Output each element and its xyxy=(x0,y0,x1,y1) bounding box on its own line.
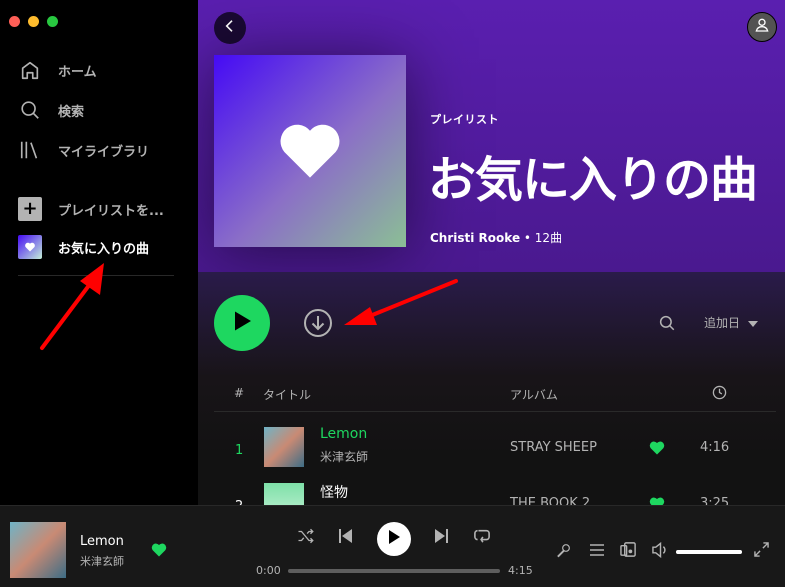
liked-songs-link[interactable]: お気に入りの曲 xyxy=(18,228,164,266)
search-icon xyxy=(18,98,42,122)
shuffle-icon[interactable] xyxy=(297,528,315,544)
sidebar: ホーム 検索 マイライブラリ + プレイリストを... お気に入りの曲 xyxy=(0,0,198,505)
track-album[interactable]: STRAY SHEEP xyxy=(510,440,597,455)
track-title: 怪物 xyxy=(320,485,348,501)
volume-fill xyxy=(676,550,742,554)
user-icon xyxy=(754,17,770,37)
playlist-search-button[interactable] xyxy=(658,314,676,332)
progress-bar[interactable] xyxy=(288,569,500,573)
heart-icon[interactable] xyxy=(151,542,167,561)
microphone-icon[interactable] xyxy=(556,542,572,558)
playlist-type: プレイリスト xyxy=(430,113,499,126)
clock-icon xyxy=(712,385,727,403)
nav-label: ホーム xyxy=(58,64,97,80)
sidebar-actions: + プレイリストを... お気に入りの曲 xyxy=(18,190,164,266)
next-icon[interactable] xyxy=(433,528,449,544)
playlist-cover xyxy=(214,55,406,247)
zoom-window-button[interactable] xyxy=(47,16,58,27)
minimize-window-button[interactable] xyxy=(28,16,39,27)
play-icon xyxy=(387,529,401,549)
caret-down-icon xyxy=(748,316,759,330)
play-button[interactable] xyxy=(377,522,411,556)
track-duration: 3:25 xyxy=(700,496,730,505)
chevron-left-icon xyxy=(222,18,238,38)
play-icon xyxy=(232,310,252,336)
now-playing-cover[interactable] xyxy=(10,522,66,578)
liked-songs-label: お気に入りの曲 xyxy=(58,241,150,257)
library-icon xyxy=(18,138,42,162)
back-button[interactable] xyxy=(214,12,246,44)
now-playing-title[interactable]: Lemon xyxy=(80,534,124,549)
fullscreen-icon[interactable] xyxy=(754,542,769,557)
close-window-button[interactable] xyxy=(9,16,20,27)
window-controls xyxy=(9,16,58,27)
playlist-owner[interactable]: Christi Rooke xyxy=(430,231,520,245)
play-playlist-button[interactable] xyxy=(214,295,270,351)
nav-item-home[interactable]: ホーム xyxy=(18,50,149,90)
sort-dropdown[interactable]: 追加日 xyxy=(704,314,759,331)
column-album[interactable]: アルバム xyxy=(510,386,558,403)
main-view: プレイリスト お気に入りの曲 Christi Rooke • 12曲 追加日 #… xyxy=(198,0,785,505)
heart-icon xyxy=(18,235,42,259)
track-number: 1 xyxy=(235,443,244,458)
now-playing-bar: Lemon 米津玄師 0:00 4:15 xyxy=(0,505,785,587)
heart-icon[interactable] xyxy=(649,440,665,459)
nav-label: 検索 xyxy=(58,104,85,120)
sidebar-divider xyxy=(18,275,174,276)
search-icon xyxy=(658,315,676,336)
plus-icon: + xyxy=(18,197,42,221)
column-num: # xyxy=(234,386,245,400)
column-title[interactable]: タイトル xyxy=(263,386,311,403)
queue-icon[interactable] xyxy=(589,542,605,558)
download-button[interactable] xyxy=(302,307,334,339)
previous-icon[interactable] xyxy=(338,528,354,544)
volume-slider[interactable] xyxy=(676,550,742,554)
page-title: お気に入りの曲 xyxy=(428,152,758,208)
home-icon xyxy=(18,58,42,82)
track-duration: 4:16 xyxy=(700,440,730,455)
track-artist[interactable]: 米津玄師 xyxy=(320,448,368,465)
heart-icon xyxy=(277,119,343,183)
time-total: 4:15 xyxy=(508,564,533,577)
devices-icon[interactable] xyxy=(620,541,637,558)
create-playlist-button[interactable]: + プレイリストを... xyxy=(18,190,164,228)
table-row[interactable]: 1 Lemon 米津玄師 STRAY SHEEP 4:16 xyxy=(214,423,776,479)
track-table-header: # タイトル アルバム xyxy=(214,384,776,412)
nav-item-search[interactable]: 検索 xyxy=(18,90,149,130)
track-album[interactable]: THE BOOK 2 xyxy=(510,496,590,505)
nav-label: マイライブラリ xyxy=(58,144,150,160)
nav-item-library[interactable]: マイライブラリ xyxy=(18,130,149,170)
table-row[interactable]: 2 怪物 THE BOOK 2 3:25 xyxy=(214,479,776,505)
track-title: Lemon xyxy=(320,426,368,442)
main-nav: ホーム 検索 マイライブラリ xyxy=(18,50,149,170)
album-art xyxy=(264,483,304,505)
track-count: • 12曲 xyxy=(523,231,563,245)
repeat-icon[interactable] xyxy=(473,528,491,544)
user-menu-button[interactable] xyxy=(747,12,777,42)
volume-icon[interactable] xyxy=(652,542,669,558)
create-playlist-label: プレイリストを... xyxy=(58,203,164,219)
playlist-meta: Christi Rooke • 12曲 xyxy=(430,229,562,246)
sort-label: 追加日 xyxy=(704,316,741,330)
heart-icon[interactable] xyxy=(649,496,665,505)
time-current: 0:00 xyxy=(256,564,281,577)
now-playing-artist[interactable]: 米津玄師 xyxy=(80,553,124,569)
album-art xyxy=(264,427,304,467)
download-icon xyxy=(302,309,334,343)
